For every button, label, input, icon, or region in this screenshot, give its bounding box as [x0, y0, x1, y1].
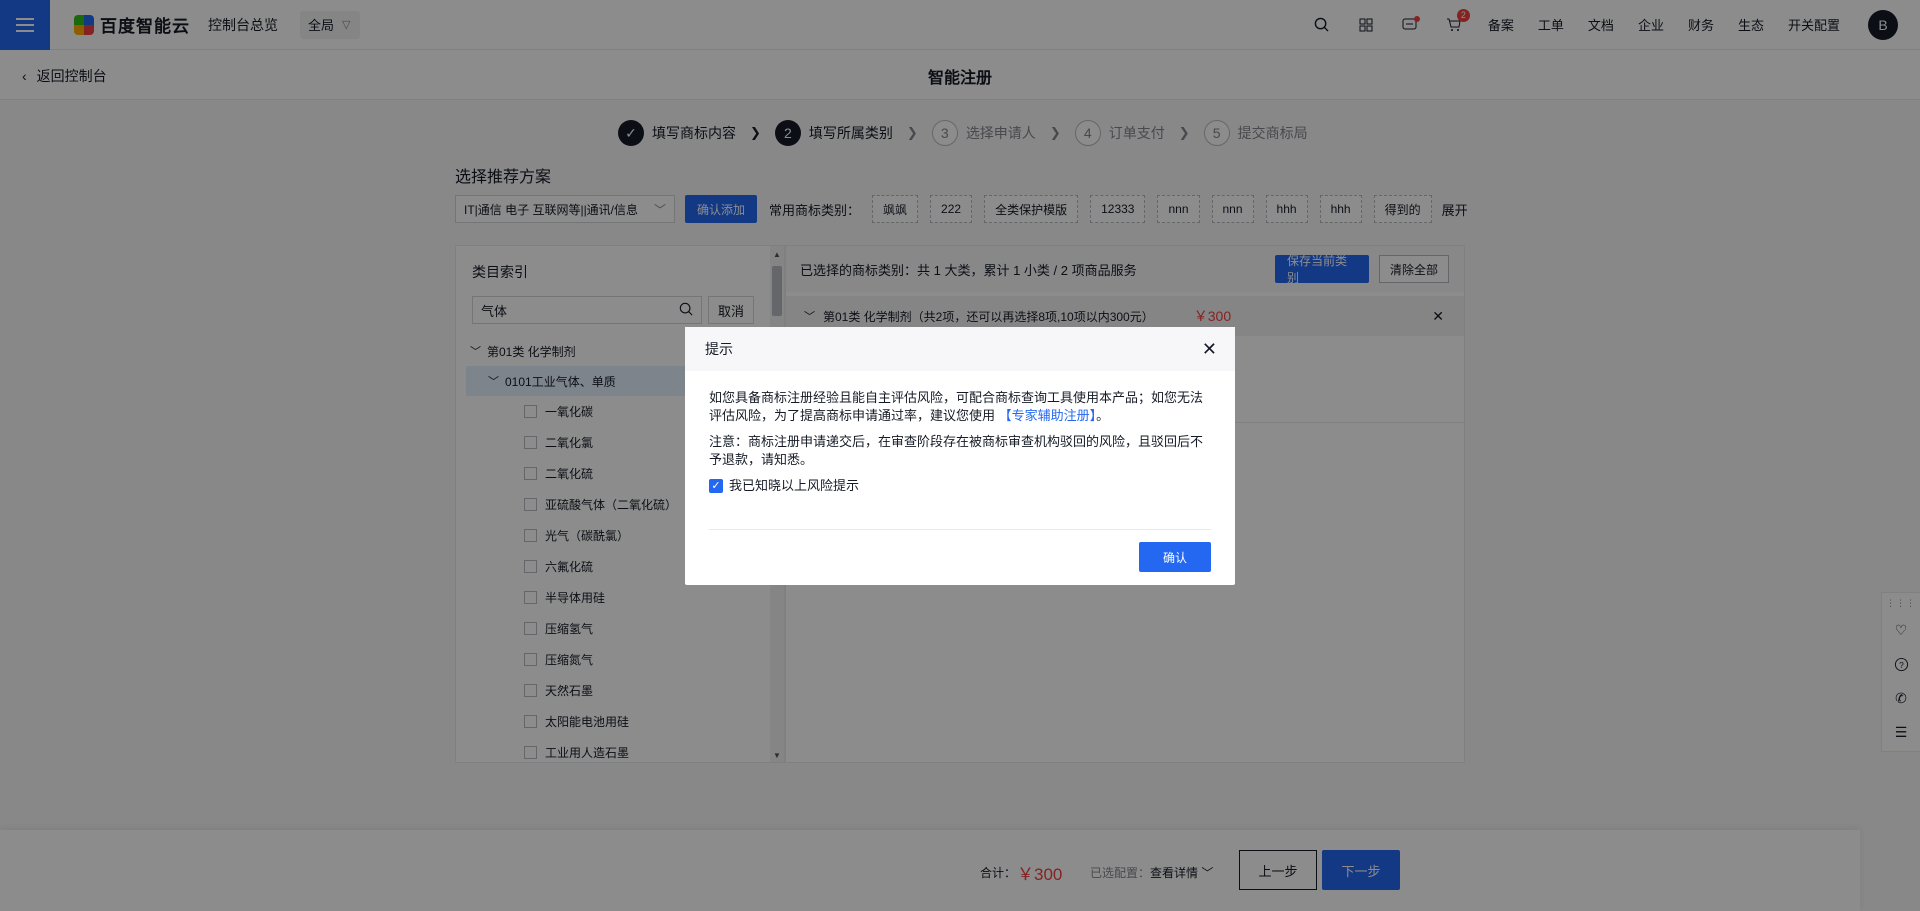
dialog-text: 如您具备商标注册经验且能自主评估风险，可配合商标查询工具使用本产品；如您无法评估… [709, 390, 1204, 423]
dialog-text: 。 [1096, 408, 1110, 423]
risk-acknowledge-label: 我已知晓以上风险提示 [729, 478, 860, 493]
risk-notice-dialog: 提示 ✕ 如您具备商标注册经验且能自主评估风险，可配合商标查询工具使用本产品；如… [685, 327, 1235, 585]
expert-assist-link[interactable]: 【专家辅助注册】 [999, 408, 1097, 423]
checkbox-checked-icon[interactable]: ✓ [709, 479, 723, 493]
risk-acknowledge-checkbox[interactable]: ✓ 我已知晓以上风险提示 [709, 477, 1211, 495]
close-icon[interactable]: ✕ [1202, 339, 1217, 360]
dialog-header: 提示 [685, 327, 1235, 371]
dialog-paragraph-2: 注意：商标注册申请递交后，在审查阶段存在被商标审查机构驳回的风险，且驳回后不予退… [709, 434, 1204, 467]
dialog-title: 提示 [705, 341, 733, 357]
divider [709, 529, 1211, 530]
confirm-button[interactable]: 确认 [1139, 542, 1211, 572]
dialog-paragraph-1: 如您具备商标注册经验且能自主评估风险，可配合商标查询工具使用本产品；如您无法评估… [709, 389, 1211, 425]
dialog-body: 如您具备商标注册经验且能自主评估风险，可配合商标查询工具使用本产品；如您无法评估… [685, 371, 1235, 495]
